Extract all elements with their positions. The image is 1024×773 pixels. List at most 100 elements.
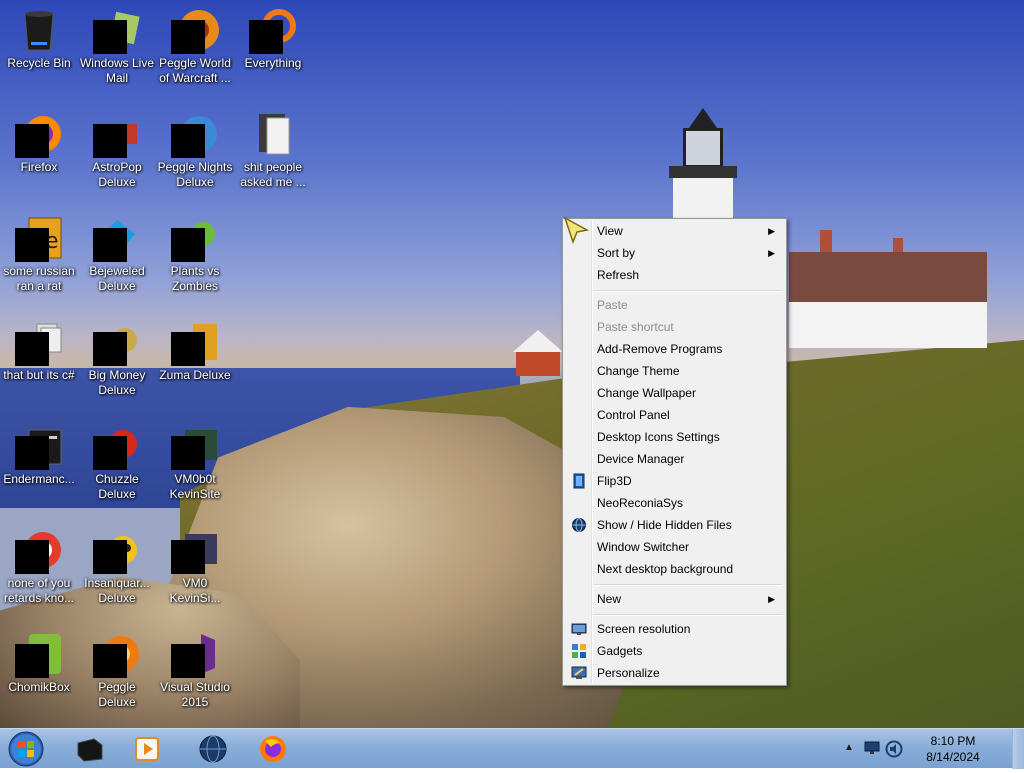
desktop-icon-recycle-bin[interactable]: Recycle Bin <box>1 2 77 71</box>
desktop-icon-label: Windows Live Mail <box>79 56 155 85</box>
game-icon <box>93 526 141 574</box>
globe-icon <box>199 735 227 768</box>
redaction-box <box>249 20 283 54</box>
menu-item-window-switcher[interactable]: Window Switcher <box>565 536 784 558</box>
desktop-icon-plants-vs-zombies[interactable]: Plants vs Zombies <box>157 210 233 294</box>
app-icon <box>15 630 63 678</box>
menu-item-label: Show / Hide Hidden Files <box>597 518 732 532</box>
desktop-icon-firefox[interactable]: Firefox <box>1 106 77 175</box>
menu-item-personalize[interactable]: Personalize <box>565 662 784 684</box>
desktop-icon-some-russian[interactable]: e some russian ran a rat <box>1 210 77 294</box>
menu-item-label: Paste shortcut <box>597 320 674 334</box>
menu-item-label: View <box>597 224 623 238</box>
show-hidden-icons-button[interactable]: ▲ <box>844 742 854 753</box>
redaction-box <box>93 540 127 574</box>
menu-item-next-desktop-background[interactable]: Next desktop background <box>565 558 784 580</box>
desktop-icon-label: Peggle World of Warcraft ... <box>159 56 231 85</box>
menu-item-control-panel[interactable]: Control Panel <box>565 404 784 426</box>
desktop-icon-everything[interactable]: Everything <box>235 2 311 71</box>
desktop-icon-label: Bejeweled Deluxe <box>89 264 145 293</box>
personalize-icon <box>571 665 587 681</box>
redaction-box <box>15 540 49 574</box>
desktop-icon-label: Recycle Bin <box>7 56 71 70</box>
desktop-icon-chuzzle[interactable]: Chuzzle Deluxe <box>79 418 155 502</box>
shortcut-icon <box>171 526 219 574</box>
start-button[interactable] <box>4 730 48 768</box>
menu-item-change-theme[interactable]: Change Theme <box>565 360 784 382</box>
taskbar-firefox-button[interactable] <box>246 731 300 767</box>
menu-item-neoreconiasys[interactable]: NeoReconiaSys <box>565 492 784 514</box>
menu-item-screen-resolution[interactable]: Screen resolution <box>565 618 784 640</box>
redaction-box <box>171 644 205 678</box>
taskbar-clock[interactable]: 8:10 PM 8/14/2024 <box>918 733 988 765</box>
desktop-icon-endermanc[interactable]: Endermanc... <box>1 418 77 487</box>
menu-item-label: Window Switcher <box>597 540 690 554</box>
desktop-context-menu: View ▶ Sort by ▶ Refresh Paste Paste sho… <box>562 218 787 686</box>
menu-item-label: Next desktop background <box>597 562 734 576</box>
network-icon[interactable] <box>864 741 880 755</box>
desktop-icon-label: shit people asked me ... <box>240 160 306 189</box>
desktop-icon-peggle-nights[interactable]: Peggle Nights Deluxe <box>157 106 233 190</box>
desktop-icon-insaniquarium[interactable]: Insaniquar... Deluxe <box>79 522 155 606</box>
desktop-icon-astropop[interactable]: AstroPop Deluxe <box>79 106 155 190</box>
menu-item-view[interactable]: View ▶ <box>565 220 784 242</box>
menu-item-add-remove-programs[interactable]: Add-Remove Programs <box>565 338 784 360</box>
taskbar-vm-app-button[interactable] <box>62 731 116 767</box>
desktop-icon-windows-live-mail[interactable]: Windows Live Mail <box>79 2 155 86</box>
menu-item-label: Screen resolution <box>597 622 691 636</box>
desktop-icon-label: Big Money Deluxe <box>88 368 146 397</box>
menu-item-device-manager[interactable]: Device Manager <box>565 448 784 470</box>
menu-item-flip3d[interactable]: Flip3D <box>565 470 784 492</box>
taskbar-media-player-button[interactable] <box>120 731 174 767</box>
wallpaper-house <box>789 252 987 348</box>
menu-item-show-hide-hidden-files[interactable]: Show / Hide Hidden Files <box>565 514 784 536</box>
desktop-icon-chomikbox[interactable]: ChomikBox <box>1 626 77 695</box>
desktop-icon-vm0b0t[interactable]: VM0b0t KevinSite <box>157 418 233 502</box>
desktop-icon-visual-studio[interactable]: Visual Studio 2015 <box>157 626 233 710</box>
game-icon <box>93 214 141 262</box>
desktop-icon-vm0-kevinsi[interactable]: VM0 KevinSi... <box>157 522 233 606</box>
menu-item-new[interactable]: New ▶ <box>565 588 784 610</box>
desktop-icon-label: ChomikBox <box>8 680 70 694</box>
redaction-box <box>15 332 49 366</box>
menu-item-change-wallpaper[interactable]: Change Wallpaper <box>565 382 784 404</box>
menu-item-gadgets[interactable]: Gadgets <box>565 640 784 662</box>
desktop-icon-that-but-its-csharp[interactable]: that but its c# <box>1 314 77 383</box>
monitor-icon <box>571 621 587 637</box>
desktop-icon-bejeweled[interactable]: Bejeweled Deluxe <box>79 210 155 294</box>
desktop-icon-label: Visual Studio 2015 <box>160 680 230 709</box>
menu-item-label: Refresh <box>597 268 640 282</box>
clock-date: 8/14/2024 <box>926 750 980 764</box>
menu-item-sort-by[interactable]: Sort by ▶ <box>565 242 784 264</box>
desktop-icon-label: Everything <box>244 56 302 70</box>
desktop-icon-peggle-wow[interactable]: Peggle World of Warcraft ... <box>157 2 233 86</box>
desktop-icon-label: Plants vs Zombies <box>170 264 220 293</box>
wallpaper-shed <box>513 330 563 376</box>
menu-item-label: Device Manager <box>597 452 685 466</box>
game-icon <box>93 318 141 366</box>
clock-time: 8:10 PM <box>930 734 976 748</box>
menu-item-label: Flip3D <box>597 474 632 488</box>
visual-studio-icon <box>171 630 219 678</box>
menu-item-label: Sort by <box>597 246 636 260</box>
menu-item-desktop-icons-settings[interactable]: Desktop Icons Settings <box>565 426 784 448</box>
redaction-box <box>93 436 127 470</box>
game-icon <box>171 6 219 54</box>
gadgets-icon <box>571 643 587 659</box>
desktop-icon-peggle-deluxe[interactable]: Peggle Deluxe <box>79 626 155 710</box>
redaction-box <box>15 124 49 158</box>
desktop-icon-none-of-you[interactable]: none of you retards kno... <box>1 522 77 606</box>
show-desktop-button[interactable] <box>1012 729 1024 769</box>
desktop-icon-zuma[interactable]: Zuma Deluxe <box>157 314 233 383</box>
black-box-icon <box>74 735 104 768</box>
menu-item-refresh[interactable]: Refresh <box>565 264 784 286</box>
volume-icon[interactable] <box>885 740 903 758</box>
lighthouse-rail <box>669 166 737 178</box>
game-icon <box>171 214 219 262</box>
desktop-icon-big-money[interactable]: Big Money Deluxe <box>79 314 155 398</box>
menu-separator <box>593 614 783 616</box>
desktop-icon-shit-people-asked[interactable]: shit people asked me ... <box>235 106 311 190</box>
menu-item-label: NeoReconiaSys <box>597 496 684 510</box>
game-icon <box>93 630 141 678</box>
taskbar-globe-button[interactable] <box>186 731 240 767</box>
